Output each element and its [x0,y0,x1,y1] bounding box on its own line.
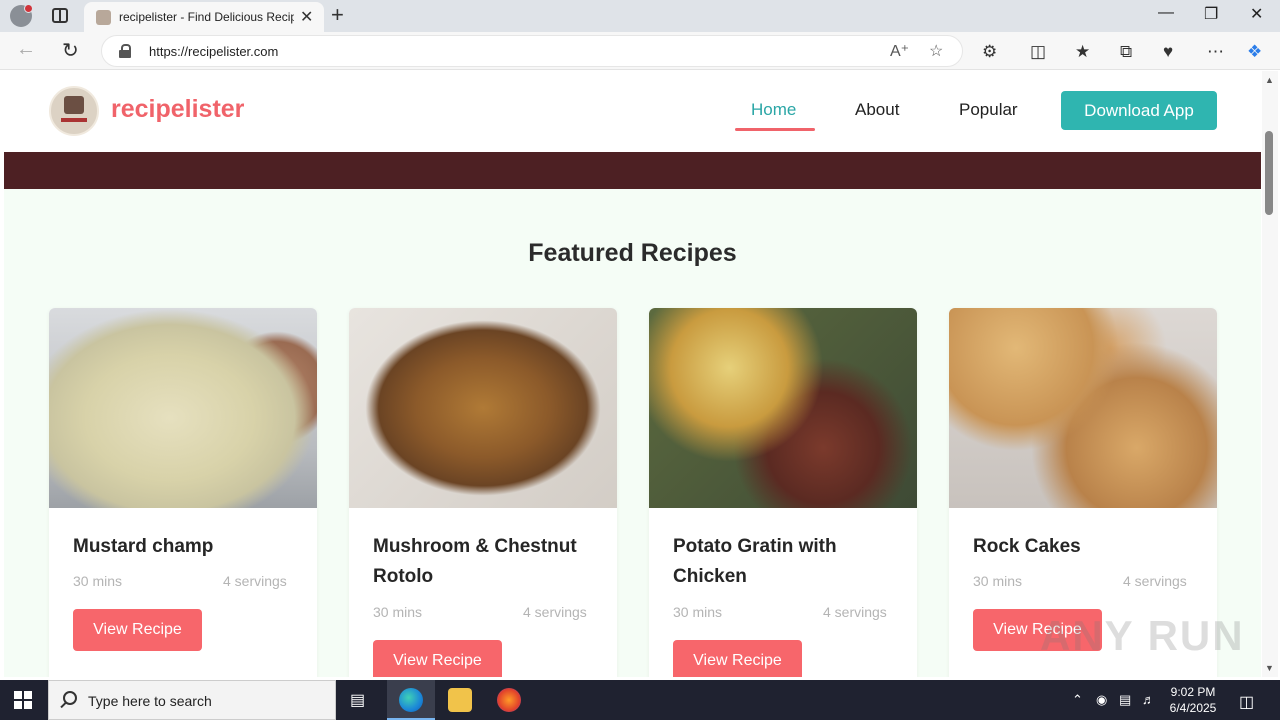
settings-more-icon[interactable]: ⋯ [1207,42,1224,62]
close-tab-icon[interactable]: ✕ [300,7,313,27]
recipe-card[interactable]: Mushroom & Chestnut Rotolo 30 mins 4 ser… [349,308,617,677]
split-screen-icon[interactable]: ◫ [1030,42,1046,62]
recipe-time: 30 mins [673,604,723,620]
clock[interactable]: 9:02 PM 6/4/2025 [1160,684,1226,716]
view-recipe-button[interactable]: View Recipe [373,640,502,677]
scroll-up-icon[interactable]: ▲ [1265,75,1274,85]
notifications-icon[interactable]: ◫ [1239,692,1254,712]
recipe-title[interactable]: Potato Gratin with Chicken [673,532,893,592]
extensions-icon[interactable]: ⚙ [982,42,997,62]
browser-tab[interactable]: recipelister - Find Delicious Recip ✕ [84,2,324,32]
site-favicon-icon [96,10,111,25]
search-icon [63,691,77,705]
site-header: recipelister Home About Popular Download… [4,71,1261,152]
file-explorer-icon[interactable] [448,688,472,712]
recipe-time: 30 mins [73,573,123,589]
clock-date: 6/4/2025 [1169,701,1217,715]
recipe-servings: 4 servings [1123,573,1187,589]
edge-icon [399,688,423,712]
tab-title: recipelister - Find Delicious Recip [119,10,294,24]
brand-name[interactable]: recipelister [111,95,244,124]
profile-icon[interactable] [10,4,33,27]
reload-icon[interactable]: ↻ [62,38,79,63]
read-aloud-icon[interactable]: A⁺ [890,41,909,61]
clock-time: 9:02 PM [1170,685,1216,699]
download-app-button[interactable]: Download App [1061,91,1217,130]
recipe-image[interactable] [649,308,917,508]
close-window-icon[interactable]: ✕ [1250,4,1263,24]
nav-popular[interactable]: Popular [959,100,1018,120]
recipe-title[interactable]: Rock Cakes [973,532,1193,562]
taskbar: Type here to search ▤ ⌃ ◉ ▤ ♬ 9:02 PM 6/… [0,680,1280,720]
recipe-servings: 4 servings [523,604,587,620]
show-hidden-icons-icon[interactable]: ⌃ [1072,692,1083,708]
favorite-star-icon[interactable]: ☆ [929,41,943,61]
url-input[interactable]: https://recipelister.com A⁺ ☆ [101,35,963,67]
page-scrollbar[interactable]: ▲ ▼ [1262,71,1278,677]
collections-icon[interactable]: ⧉ [1120,42,1132,62]
recipe-time: 30 mins [373,604,423,620]
recipe-image[interactable] [49,308,317,508]
meet-now-icon[interactable]: ◉ [1096,692,1107,708]
view-recipe-button[interactable]: View Recipe [73,609,202,651]
section-title: Featured Recipes [528,239,737,267]
new-tab-icon[interactable]: + [331,2,344,28]
lock-icon[interactable] [119,44,131,58]
recipe-title[interactable]: Mushroom & Chestnut Rotolo [373,532,593,592]
taskbar-search-input[interactable]: Type here to search [48,680,336,720]
logo-image[interactable] [49,86,99,136]
hero-band [4,152,1261,189]
network-icon[interactable]: ▤ [1119,692,1131,708]
url-text: https://recipelister.com [149,44,279,59]
recipe-servings: 4 servings [223,573,287,589]
nav-about[interactable]: About [855,100,899,120]
recipe-image[interactable] [349,308,617,508]
active-nav-underline [735,128,815,131]
recipe-image[interactable] [949,308,1217,508]
web-page: recipelister Home About Popular Download… [4,71,1261,677]
scroll-down-icon[interactable]: ▼ [1265,663,1274,673]
favorites-icon[interactable]: ★ [1075,42,1090,62]
restore-icon[interactable]: ❐ [1204,4,1218,24]
back-icon[interactable]: ← [16,38,36,61]
minimize-icon[interactable]: — [1158,4,1174,22]
task-view-icon[interactable]: ▤ [350,690,365,710]
view-recipe-button[interactable]: View Recipe [673,640,802,677]
browser-essentials-icon[interactable]: ♥ [1163,42,1173,62]
windows-start-icon[interactable] [14,691,32,709]
recipe-card[interactable]: Mustard champ 30 mins 4 servings View Re… [49,308,317,677]
edge-taskbar-button[interactable] [387,680,435,720]
tab-actions-icon[interactable] [52,8,68,23]
browser-tab-bar: recipelister - Find Delicious Recip ✕ + … [0,0,1280,32]
copilot-icon[interactable]: ❖ [1247,42,1262,62]
recipe-title[interactable]: Mustard champ [73,532,293,562]
nav-home[interactable]: Home [751,100,796,120]
recipe-servings: 4 servings [823,604,887,620]
scrollbar-thumb[interactable] [1265,131,1273,215]
firefox-icon[interactable] [497,688,521,712]
recipe-time: 30 mins [973,573,1023,589]
watermark-logo: ANY RUN [1040,612,1245,659]
search-placeholder: Type here to search [88,693,212,709]
recipe-card[interactable]: Potato Gratin with Chicken 30 mins 4 ser… [649,308,917,677]
volume-icon[interactable]: ♬ [1142,692,1155,707]
